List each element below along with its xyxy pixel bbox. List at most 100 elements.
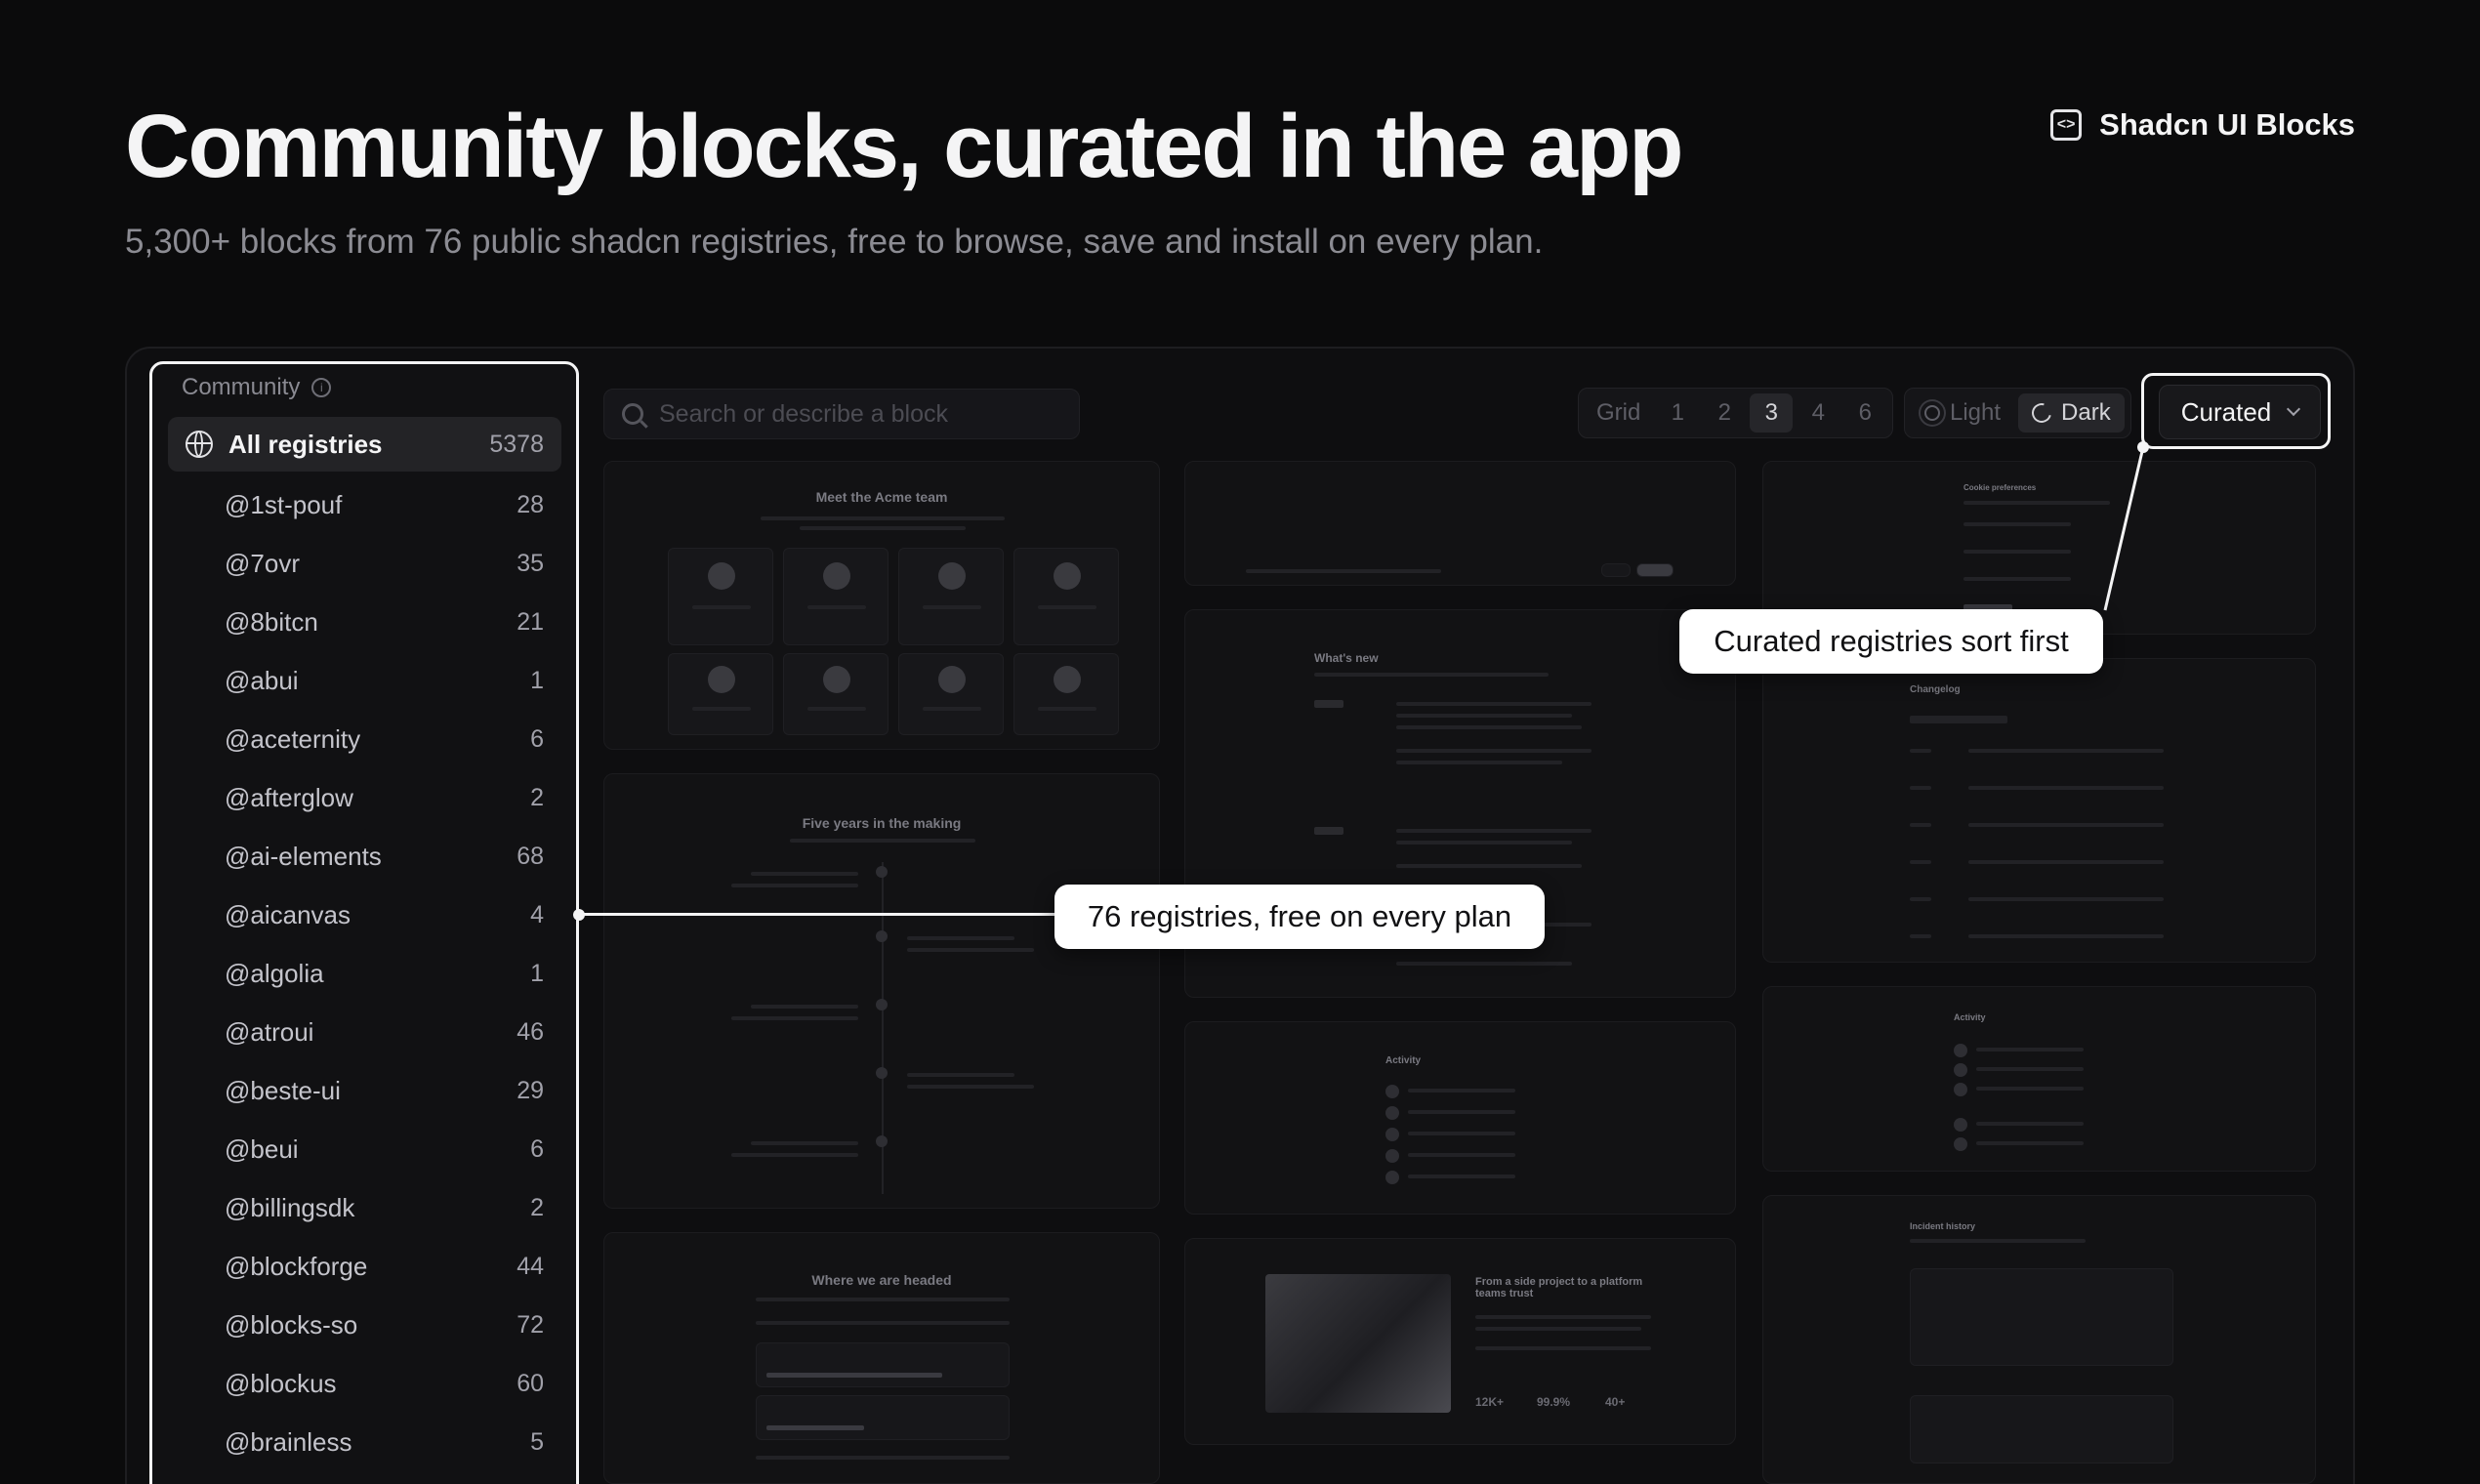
globe-icon — [186, 431, 213, 458]
sidebar-item-registry[interactable]: @algolia 1 — [168, 944, 561, 1003]
block-preview-incident-history[interactable]: Incident history — [1762, 1195, 2316, 1484]
block-preview-cookie-banner[interactable] — [1184, 461, 1736, 586]
card-title: Five years in the making — [802, 815, 962, 831]
search-icon — [622, 403, 643, 425]
sidebar-item-count: 60 — [517, 1369, 544, 1397]
sidebar-item-label: @aceternity — [225, 723, 361, 754]
sidebar-item-label: @billingsdk — [225, 1192, 355, 1222]
grid-option-1[interactable]: 1 — [1656, 393, 1699, 433]
card-title: Activity — [1385, 1055, 1422, 1066]
sidebar-item-count: 21 — [517, 607, 544, 636]
info-icon[interactable]: i — [311, 378, 332, 397]
block-preview-activity-2[interactable]: Activity — [1762, 986, 2316, 1172]
grid-option-2[interactable]: 2 — [1703, 393, 1746, 433]
sidebar-item-count: 5378 — [489, 430, 544, 458]
brand-label: Shadcn UI Blocks — [2099, 107, 2355, 142]
sidebar-item-count: 4 — [530, 900, 544, 928]
theme-toggle: Light Dark — [1904, 388, 2131, 438]
sidebar-item-label: @blockus — [225, 1368, 337, 1398]
brand-link[interactable]: <> Shadcn UI Blocks — [2050, 107, 2355, 143]
card-title: From a side project to a platform teams … — [1475, 1276, 1643, 1299]
theme-dark-label: Dark — [2061, 399, 2111, 426]
block-preview-team[interactable]: Meet the Acme team — [603, 461, 1160, 750]
page-subtitle: 5,300+ blocks from 76 public shadcn regi… — [125, 223, 1544, 261]
sidebar-item-count: 44 — [517, 1252, 544, 1280]
sidebar-item-label: @algolia — [225, 958, 324, 988]
sidebar-item-registry[interactable]: @aceternity 6 — [168, 710, 561, 768]
sort-dropdown[interactable]: Curated — [2159, 385, 2321, 439]
card-title: What's new — [1314, 651, 1379, 665]
block-preview-timeline[interactable]: Five years in the making — [603, 773, 1160, 1209]
sidebar-item-registry[interactable]: @abui 1 — [168, 651, 561, 710]
card-title: Where we are headed — [811, 1272, 952, 1288]
grid-option-4[interactable]: 4 — [1797, 393, 1839, 433]
card-title: Meet the Acme team — [815, 489, 948, 505]
sidebar-item-label: @atroui — [225, 1016, 314, 1047]
sun-icon — [1924, 405, 1940, 421]
sidebar-item-registry[interactable]: @ai-elements 68 — [168, 827, 561, 886]
sidebar-heading-label: Community — [182, 374, 301, 400]
sidebar-item-label: @ai-elements — [225, 841, 382, 871]
sidebar-item-registry[interactable]: @billingsdk 2 — [168, 1178, 561, 1237]
registry-list: @1st-pouf 28 @7ovr 35 @8bitcn 21 @abui 1 @aceter… — [168, 475, 561, 1471]
sidebar-item-count: 28 — [517, 490, 544, 518]
registry-sidebar: Community i All registries 5378 @1st-pou… — [149, 361, 579, 1484]
sidebar-item-label: @brainless — [225, 1426, 352, 1457]
sidebar-item-label: @aicanvas — [225, 899, 351, 929]
connector-line — [579, 913, 1057, 916]
card-title: Activity — [1954, 1012, 1986, 1022]
sidebar-item-count: 72 — [517, 1310, 544, 1339]
sidebar-item-count: 46 — [517, 1017, 544, 1046]
story-stat: 40+ — [1605, 1395, 1626, 1409]
sidebar-item-registry[interactable]: @afterglow 2 — [168, 768, 561, 827]
callout-registries: 76 registries, free on every plan — [1054, 885, 1545, 949]
sidebar-heading: Community i — [182, 374, 332, 401]
sidebar-item-label: @abui — [225, 665, 299, 695]
sidebar-item-label: @beui — [225, 1134, 299, 1164]
theme-light-button[interactable]: Light — [1911, 393, 2014, 433]
sidebar-item-count: 6 — [530, 724, 544, 753]
block-preview-changelog[interactable]: Changelog — [1762, 658, 2316, 963]
sidebar-item-registry[interactable]: @blocks-so 72 — [168, 1296, 561, 1354]
sidebar-item-registry[interactable]: @blockus 60 — [168, 1354, 561, 1413]
grid-option-6[interactable]: 6 — [1843, 393, 1886, 433]
sidebar-item-count: 35 — [517, 549, 544, 577]
search-box[interactable] — [603, 389, 1080, 439]
sidebar-item-count: 5 — [530, 1427, 544, 1456]
sidebar-item-count: 1 — [530, 666, 544, 694]
card-title: Changelog — [1910, 684, 1961, 695]
story-stat: 99.9% — [1537, 1395, 1571, 1409]
page-title: Community blocks, curated in the app — [125, 97, 1683, 196]
story-stat: 12K+ — [1475, 1395, 1505, 1409]
sidebar-item-count: 2 — [530, 783, 544, 811]
sidebar-item-registry[interactable]: @beui 6 — [168, 1120, 561, 1178]
sidebar-item-label: @blockforge — [225, 1251, 368, 1281]
sidebar-item-registry[interactable]: @beste-ui 29 — [168, 1061, 561, 1120]
sidebar-item-count: 29 — [517, 1076, 544, 1104]
moon-icon — [2028, 399, 2055, 427]
sidebar-item-count: 6 — [530, 1134, 544, 1163]
sidebar-item-all-registries[interactable]: All registries 5378 — [168, 417, 561, 472]
grid-label: Grid — [1596, 399, 1641, 426]
search-input[interactable] — [659, 399, 1050, 429]
sidebar-item-label: @blocks-so — [225, 1309, 358, 1340]
grid-option-3[interactable]: 3 — [1750, 393, 1794, 433]
sidebar-item-registry[interactable]: @1st-pouf 28 — [168, 475, 561, 534]
theme-light-label: Light — [1950, 399, 2002, 426]
code-square-icon: <> — [2050, 109, 2083, 141]
sidebar-item-registry[interactable]: @brainless 5 — [168, 1413, 561, 1471]
sidebar-item-registry[interactable]: @atroui 46 — [168, 1003, 561, 1061]
team-photo — [1265, 1274, 1451, 1413]
sidebar-item-label: All registries — [228, 429, 383, 459]
grid-size-selector: Grid 12346 — [1578, 388, 1894, 438]
sidebar-item-registry[interactable]: @blockforge 44 — [168, 1237, 561, 1296]
sidebar-item-registry[interactable]: @8bitcn 21 — [168, 593, 561, 651]
block-preview-roadmap[interactable]: Where we are headed — [603, 1232, 1160, 1484]
theme-dark-button[interactable]: Dark — [2018, 393, 2125, 433]
block-preview-activity[interactable]: Activity — [1184, 1021, 1736, 1215]
sidebar-item-label: @beste-ui — [225, 1075, 341, 1105]
chevron-down-icon — [2287, 401, 2301, 417]
sidebar-item-registry[interactable]: @aicanvas 4 — [168, 886, 561, 944]
sidebar-item-registry[interactable]: @7ovr 35 — [168, 534, 561, 593]
block-preview-story[interactable]: From a side project to a platform teams … — [1184, 1238, 1736, 1445]
